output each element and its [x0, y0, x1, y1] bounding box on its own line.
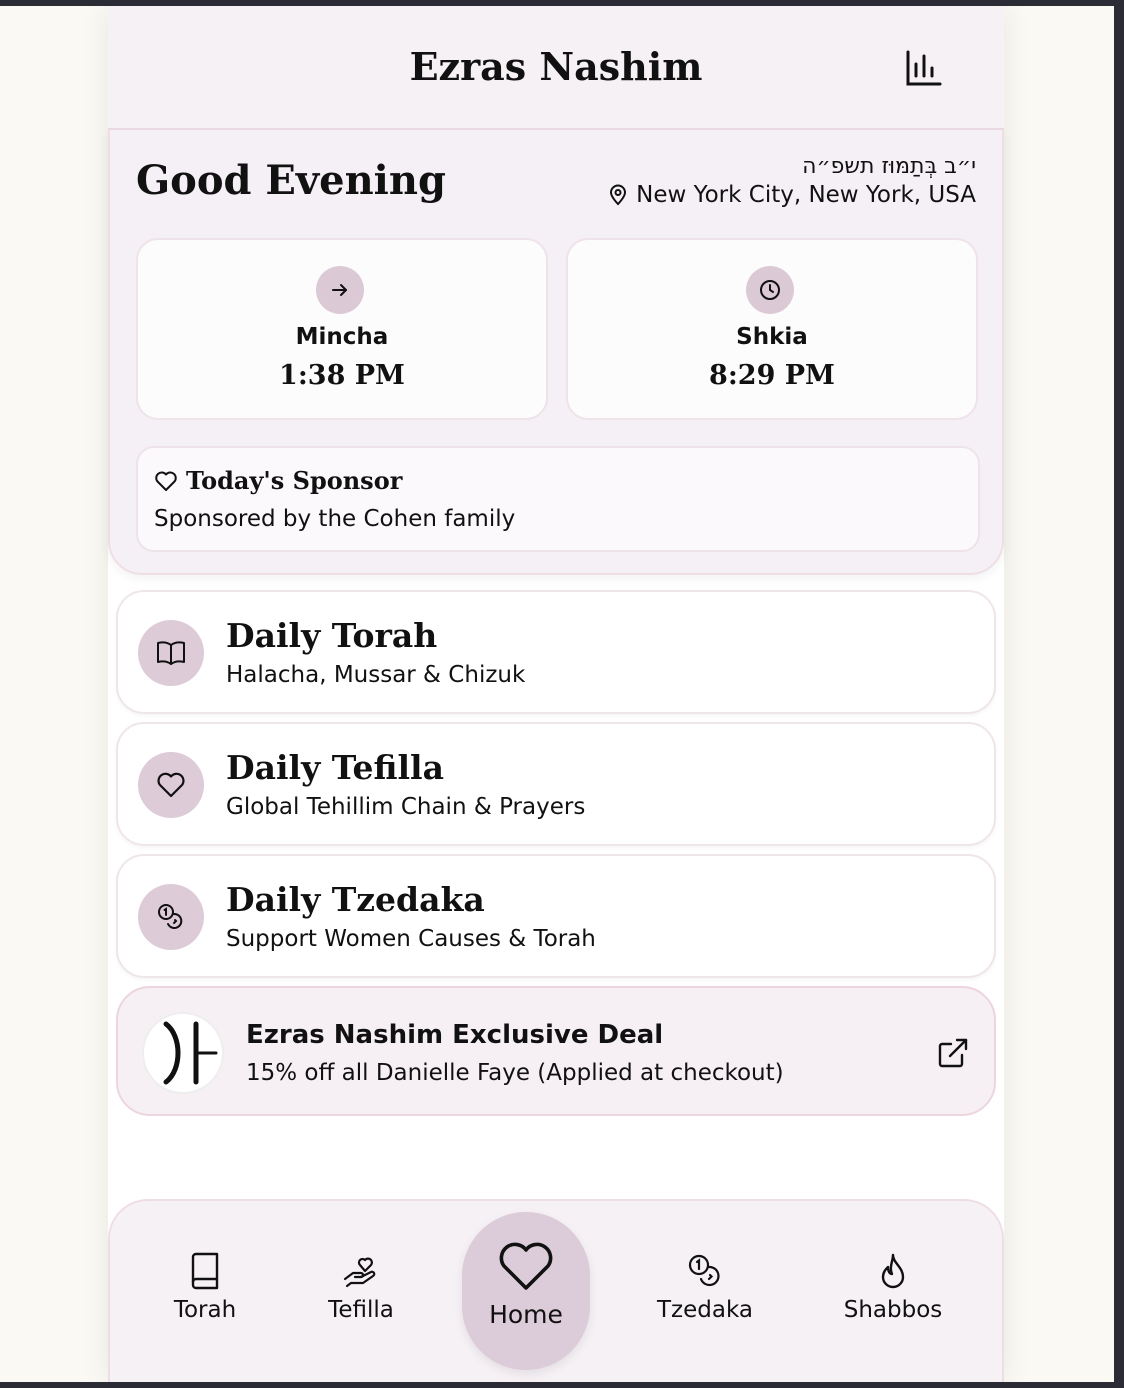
flame-icon: [881, 1253, 905, 1289]
daily-torah-title: Daily Torah: [226, 616, 438, 655]
brand-logo: [142, 1012, 224, 1094]
nav-home-label: Home: [489, 1300, 563, 1329]
bar-chart-icon: [906, 50, 942, 86]
clock-icon: [746, 266, 794, 314]
nav-shabbos[interactable]: Shabbos: [823, 1251, 963, 1323]
arrow-right-icon: [316, 266, 364, 314]
daily-torah-subtitle: Halacha, Mussar & Chizuk: [226, 662, 526, 688]
shkia-label: Shkia: [736, 324, 808, 350]
book-icon: [191, 1252, 219, 1290]
mincha-card[interactable]: Mincha 1:38 PM: [136, 238, 548, 420]
hand-heart-icon: [343, 1257, 376, 1288]
heart-icon: [499, 1242, 553, 1290]
nav-home[interactable]: Home: [462, 1212, 590, 1370]
mincha-time: 1:38 PM: [279, 360, 405, 391]
heart-icon: [138, 752, 204, 818]
daily-tzedaka-card[interactable]: Daily Tzedaka Support Women Causes & Tor…: [116, 854, 996, 978]
sponsor-title: Today's Sponsor: [186, 466, 403, 495]
sponsor-card: Today's Sponsor Sponsored by the Cohen f…: [136, 446, 980, 552]
nav-torah-label: Torah: [173, 1297, 237, 1323]
bottom-nav: Torah Tefilla Home Tzedaka Shabbos: [108, 1199, 1004, 1382]
daily-tefilla-card[interactable]: Daily Tefilla Global Tehillim Chain & Pr…: [116, 722, 996, 846]
exclusive-deal-card[interactable]: Ezras Nashim Exclusive Deal 15% off all …: [116, 986, 996, 1116]
book-open-icon: [138, 620, 204, 686]
coins-icon: [688, 1254, 720, 1287]
sponsor-text: Sponsored by the Cohen family: [154, 506, 516, 532]
daily-tzedaka-title: Daily Tzedaka: [226, 880, 485, 919]
greeting: Good Evening: [136, 157, 446, 204]
deal-subtitle: 15% off all Danielle Faye (Applied at ch…: [246, 1060, 784, 1086]
location-text: New York City, New York, USA: [636, 182, 976, 208]
hebrew-date: י״ב בְּתַמּוּז תשפ״ה: [802, 154, 976, 179]
daily-tzedaka-subtitle: Support Women Causes & Torah: [226, 926, 596, 952]
deal-title: Ezras Nashim Exclusive Deal: [246, 1020, 664, 1050]
nav-tefilla[interactable]: Tefilla: [291, 1251, 431, 1323]
nav-tzedaka-label: Tzedaka: [657, 1297, 753, 1323]
map-pin-icon: [610, 184, 627, 206]
top-panel: Good Evening י״ב בְּתַמּוּז תשפ״ה New Yo…: [108, 130, 1004, 575]
location[interactable]: New York City, New York, USA: [608, 182, 976, 208]
stats-button[interactable]: [904, 48, 944, 88]
viewport: Ezras Nashim Good Evening י״ב בְּתַמּוּז…: [0, 6, 1114, 1382]
shkia-card[interactable]: Shkia 8:29 PM: [566, 238, 978, 420]
daily-torah-card[interactable]: Daily Torah Halacha, Mussar & Chizuk: [116, 590, 996, 714]
coins-icon: [138, 884, 204, 950]
app-header: Ezras Nashim: [108, 6, 1004, 130]
nav-shabbos-label: Shabbos: [843, 1297, 943, 1323]
app-container: Ezras Nashim Good Evening י״ב בְּתַמּוּז…: [108, 6, 1004, 1382]
heart-icon: [155, 471, 177, 491]
mincha-label: Mincha: [295, 324, 389, 350]
app-title: Ezras Nashim: [409, 44, 703, 89]
nav-tefilla-label: Tefilla: [328, 1297, 394, 1323]
nav-tzedaka[interactable]: Tzedaka: [635, 1251, 775, 1323]
shkia-time: 8:29 PM: [709, 360, 835, 391]
external-link-icon[interactable]: [936, 1036, 970, 1070]
daily-tefilla-subtitle: Global Tehillim Chain & Prayers: [226, 794, 586, 820]
daily-tefilla-title: Daily Tefilla: [226, 748, 444, 787]
nav-torah[interactable]: Torah: [135, 1251, 275, 1323]
